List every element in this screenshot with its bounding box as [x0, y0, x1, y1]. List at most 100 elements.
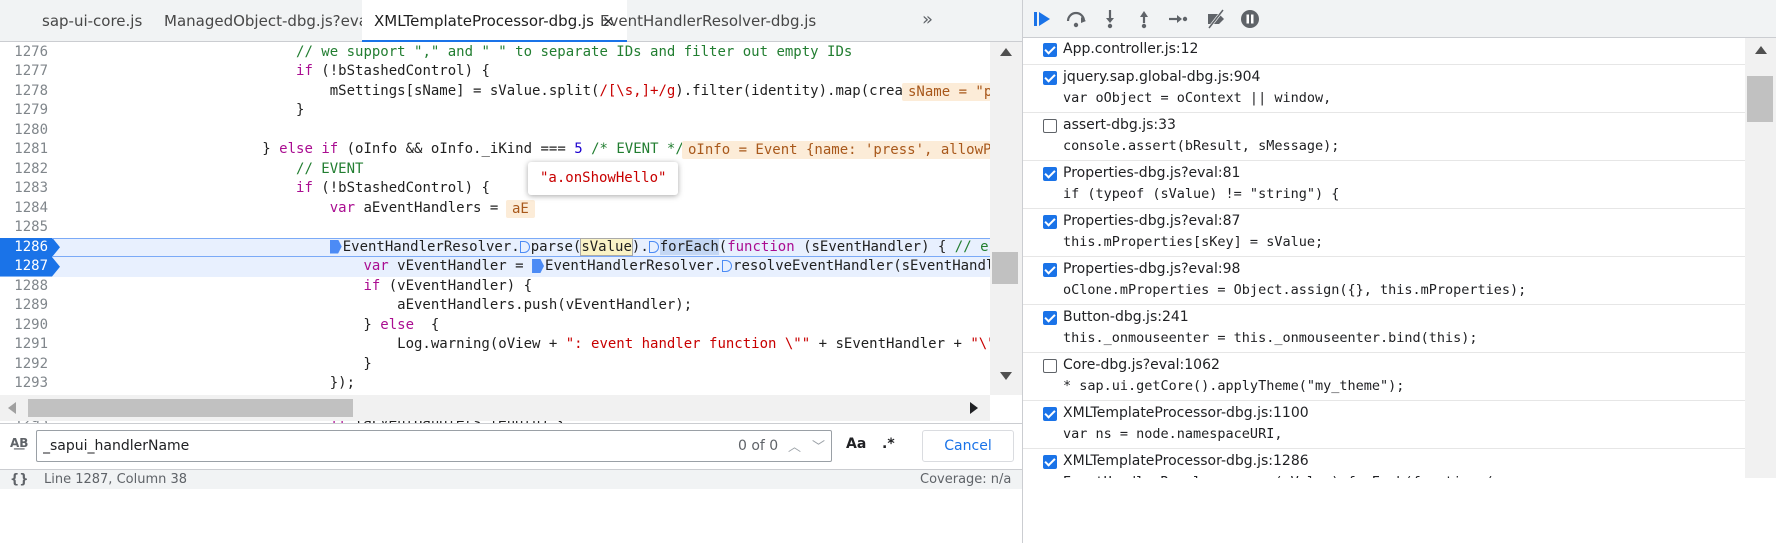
tab-xml-template-processor[interactable]: XMLTemplateProcessor-dbg.js ×	[362, 0, 627, 42]
next-match-icon[interactable]: ﹀	[812, 436, 825, 455]
code-horizontal-scrollbar[interactable]	[0, 395, 990, 421]
scrollbar-thumb[interactable]	[992, 252, 1018, 284]
tab-managed-object[interactable]: ManagedObject-dbg.js?eval	[164, 0, 372, 42]
line-number[interactable]: 1290	[0, 316, 48, 336]
search-input[interactable]	[36, 430, 832, 462]
breakpoint-item[interactable]: Properties-dbg.js?eval:87 this.mPropertie…	[1023, 210, 1745, 257]
breakpoint-location: Properties-dbg.js?eval:98	[1063, 261, 1241, 277]
breakpoint-checkbox[interactable]	[1043, 71, 1057, 85]
line-number[interactable]: 1292	[0, 355, 48, 375]
breakpoint-checkbox[interactable]	[1043, 263, 1057, 277]
line-number[interactable]: 1285	[0, 218, 48, 238]
code-line[interactable]: 1293 });	[0, 374, 1122, 394]
line-number[interactable]: 1282	[0, 160, 48, 180]
breakpoint-checkbox[interactable]	[1043, 311, 1057, 325]
line-number[interactable]: 1283	[0, 179, 48, 199]
breakpoint-checkbox[interactable]	[1043, 359, 1057, 373]
resume-icon[interactable]	[1031, 8, 1053, 30]
breakpoint-item[interactable]: Core-dbg.js?eval:1062 * sap.ui.getCore().…	[1023, 354, 1745, 401]
code-line[interactable]: 1285	[0, 218, 1122, 238]
line-number[interactable]: 1277	[0, 62, 48, 82]
pretty-print-icon[interactable]: {}	[10, 472, 29, 487]
breakpoint-location: jquery.sap.global-dbg.js:904	[1063, 69, 1261, 85]
breakpoint-code-snippet: var oObject = oContext || window,	[1063, 90, 1332, 106]
code-line[interactable]: 1277 if (!bStashedControl) {	[0, 62, 1122, 82]
line-code: }	[60, 355, 372, 372]
breakpoint-location: XMLTemplateProcessor-dbg.js:1286	[1063, 453, 1309, 469]
breakpoint-item[interactable]: Properties-dbg.js?eval:81 if (typeof (sVa…	[1023, 162, 1745, 209]
search-match-count: 0 of 0	[738, 438, 779, 454]
tab-label: ManagedObject-dbg.js?eval	[164, 12, 373, 30]
breakpoint-item[interactable]: Button-dbg.js:241 this._onmouseenter = th…	[1023, 306, 1745, 353]
step-into-icon[interactable]	[1099, 8, 1121, 30]
code-line[interactable]: 1278 mSettings[sName] = sValue.split(/[\…	[0, 82, 1122, 102]
scrollbar-thumb[interactable]	[28, 399, 353, 417]
breakpoint-item[interactable]: assert-dbg.js:33 console.assert(bResult, …	[1023, 114, 1745, 161]
breakpoint-item[interactable]: XMLTemplateProcessor-dbg.js:1100 var ns =…	[1023, 402, 1745, 449]
previous-match-icon[interactable]: ︿	[788, 436, 801, 455]
line-number[interactable]: 1284	[0, 199, 48, 219]
inline-variable-value: aE	[506, 199, 535, 218]
breakpoint-checkbox[interactable]	[1043, 215, 1057, 229]
step-icon[interactable]	[1167, 8, 1189, 30]
line-code: } else if (oInfo && oInfo._iKind === 5 /…	[60, 141, 717, 157]
scrollbar-thumb[interactable]	[1747, 76, 1773, 122]
code-line[interactable]: 1288 if (vEventHandler) {	[0, 277, 1122, 297]
code-line[interactable]: 1280	[0, 121, 1122, 141]
line-number[interactable]: 1289	[0, 296, 48, 316]
line-number[interactable]: 1286	[0, 238, 48, 258]
breakpoint-item[interactable]: Properties-dbg.js?eval:98 oClone.mPropert…	[1023, 258, 1745, 305]
line-number[interactable]: 1288	[0, 277, 48, 297]
breakpoint-code-snippet: console.assert(bResult, sMessage);	[1063, 138, 1340, 154]
scroll-down-arrow-icon[interactable]	[1000, 372, 1012, 380]
code-line[interactable]: 1284 var aEventHandlers = []; aE	[0, 199, 1122, 219]
code-line[interactable]: 1279 }	[0, 101, 1122, 121]
line-number[interactable]: 1287	[0, 257, 48, 277]
code-line[interactable]: 1292 }	[0, 355, 1122, 375]
scroll-up-arrow-icon[interactable]	[1755, 46, 1767, 54]
scroll-up-arrow-icon[interactable]	[1000, 48, 1012, 56]
breakpoint-checkbox[interactable]	[1043, 43, 1057, 57]
line-number[interactable]: 1280	[0, 121, 48, 141]
code-vertical-scrollbar[interactable]	[990, 42, 1022, 395]
breakpoint-checkbox[interactable]	[1043, 407, 1057, 421]
tab-event-handler-resolver[interactable]: EventHandlerResolver-dbg.js	[600, 0, 816, 42]
line-number[interactable]: 1291	[0, 335, 48, 355]
code-line[interactable]: 1290 } else {	[0, 316, 1122, 336]
line-number[interactable]: 1276	[0, 43, 48, 63]
breakpoint-checkbox[interactable]	[1043, 119, 1057, 133]
breakpoint-code-snippet: if (typeof (sValue) != "string") {	[1063, 186, 1340, 202]
code-line[interactable]: 1276 // we support "," and " " to separa…	[0, 43, 1122, 63]
code-line[interactable]: 1291 Log.warning(oView + ": event handle…	[0, 335, 1122, 355]
scroll-right-arrow-icon[interactable]	[970, 402, 978, 414]
breakpoint-item[interactable]: jquery.sap.global-dbg.js:904 var oObject …	[1023, 66, 1745, 113]
breakpoint-checkbox[interactable]	[1043, 455, 1057, 469]
cancel-button[interactable]: Cancel	[922, 430, 1014, 462]
pause-on-exceptions-icon[interactable]	[1239, 8, 1261, 30]
code-viewer[interactable]: 1276 // we support "," and " " to separa…	[0, 42, 1122, 446]
tab-sap-ui-core[interactable]: sap-ui-core.js	[42, 0, 142, 42]
step-over-icon[interactable]	[1065, 8, 1087, 30]
breakpoint-checkbox[interactable]	[1043, 167, 1057, 181]
line-number[interactable]: 1293	[0, 374, 48, 394]
breakpoints-vertical-scrollbar[interactable]	[1745, 38, 1776, 478]
step-out-icon[interactable]	[1133, 8, 1155, 30]
scroll-left-arrow-icon[interactable]	[8, 402, 16, 414]
breakpoint-item[interactable]: XMLTemplateProcessor-dbg.js:1286 EventHan…	[1023, 450, 1745, 478]
breakpoint-code-snippet: oClone.mProperties = Object.assign({}, t…	[1063, 282, 1527, 298]
line-number[interactable]: 1279	[0, 101, 48, 121]
breakpoint-item[interactable]: App.controller.js:12	[1023, 38, 1745, 65]
code-line[interactable]: 1286 EventHandlerResolver. parse(sValue).…	[0, 237, 1122, 258]
line-number[interactable]: 1278	[0, 82, 48, 102]
breakpoint-location: Core-dbg.js?eval:1062	[1063, 357, 1220, 373]
more-tabs-icon[interactable]: »	[922, 0, 933, 42]
code-line[interactable]: 1281 } else if (oInfo && oInfo._iKind ==…	[0, 140, 1122, 160]
match-case-button[interactable]: Aa	[846, 436, 866, 452]
code-line[interactable]: 1289 aEventHandlers.push(vEventHandler);	[0, 296, 1122, 316]
code-line[interactable]: 1287 var vEventHandler = EventHandlerRes…	[0, 257, 1122, 277]
regex-button[interactable]: .*	[882, 436, 895, 452]
deactivate-breakpoints-icon[interactable]	[1205, 8, 1227, 30]
replace-toggle-icon[interactable]: A͟B	[10, 436, 28, 450]
breakpoints-list: App.controller.js:12 jquery.sap.global-db…	[1023, 38, 1745, 478]
line-number[interactable]: 1281	[0, 140, 48, 160]
